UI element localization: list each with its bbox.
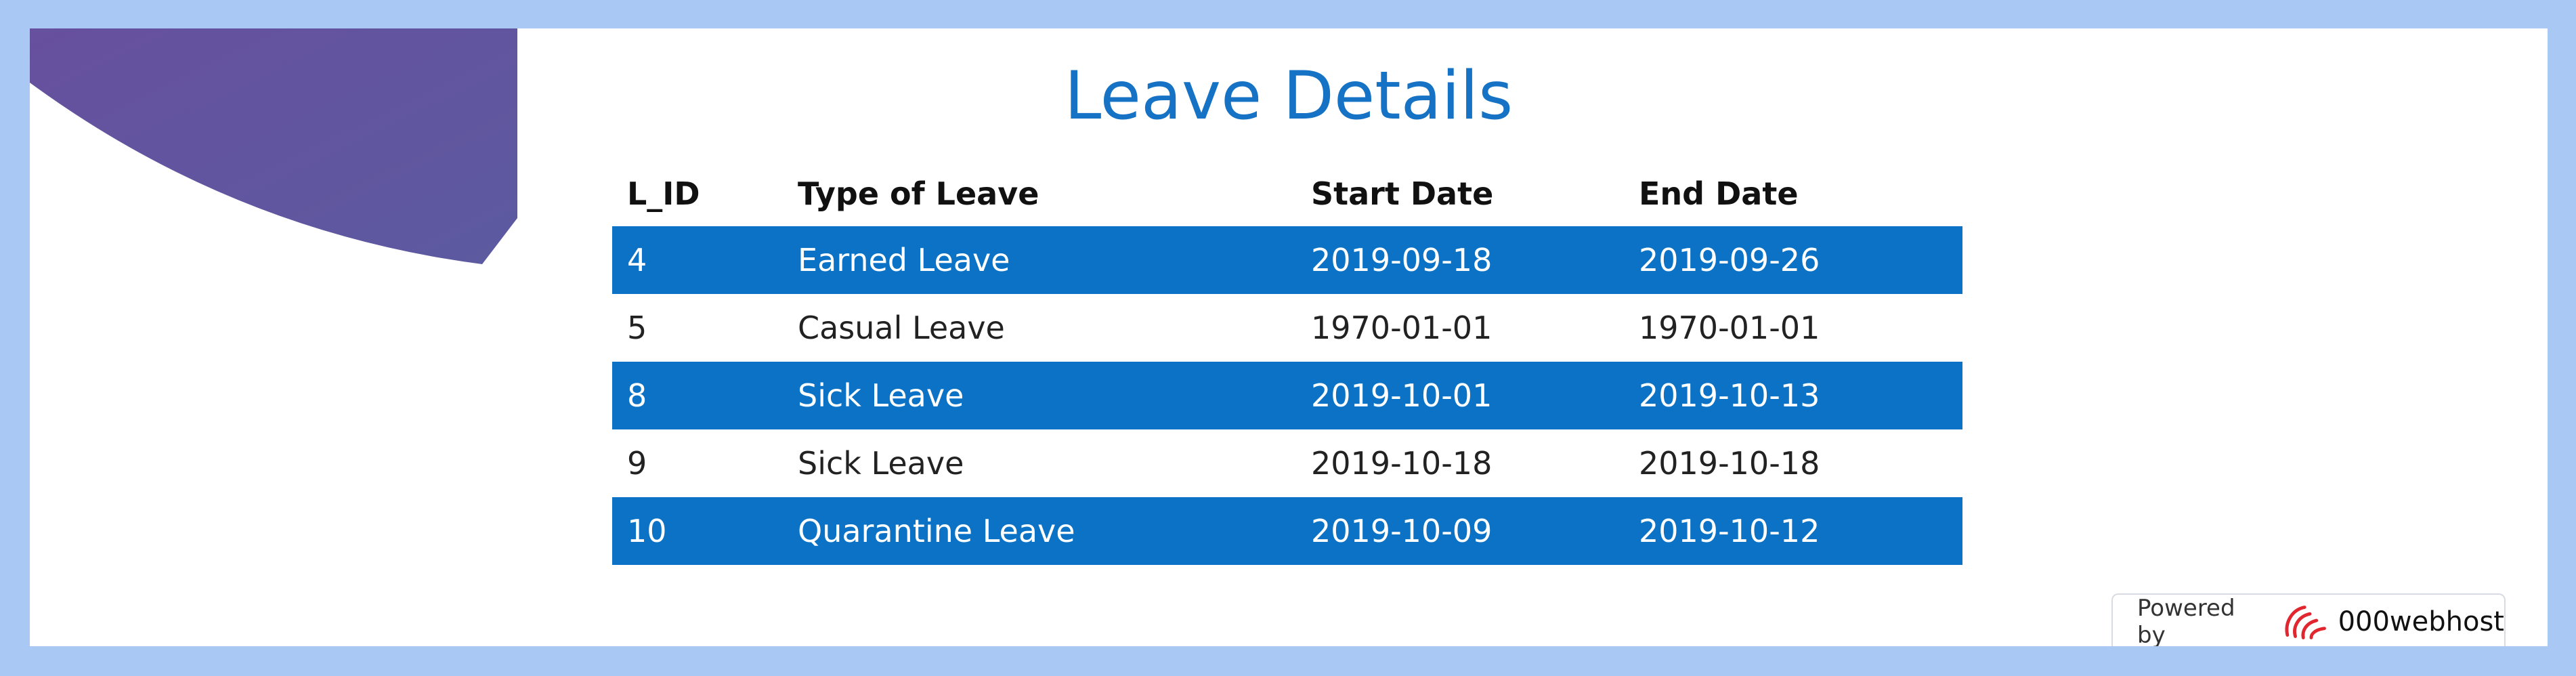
cell-l-id: 8 — [612, 362, 783, 429]
cell-l-id: 9 — [627, 445, 647, 482]
column-header-l-id: L_ID — [627, 175, 700, 212]
cell-end-date: 2019-10-12 — [1624, 497, 1962, 565]
leave-details-table: L_ID Type of Leave Start Date End Date 4… — [612, 161, 1962, 565]
table-header-row: L_ID Type of Leave Start Date End Date — [612, 161, 1962, 226]
cell-type-of-leave: Quarantine Leave — [783, 497, 1296, 565]
cell-type-of-leave: Casual Leave — [798, 310, 1005, 346]
cell-start-date: 1970-01-01 — [1311, 310, 1493, 346]
cell-start-date: 2019-10-18 — [1311, 445, 1493, 482]
table-row: 5 Casual Leave 1970-01-01 1970-01-01 — [612, 294, 1962, 362]
000webhost-logo-icon — [2285, 606, 2327, 639]
cell-start-date: 2019-10-01 — [1296, 362, 1624, 429]
powered-by-label: Powered by — [2137, 595, 2235, 646]
cell-start-date: 2019-10-09 — [1296, 497, 1624, 565]
table-row: 4 Earned Leave 2019-09-18 2019-09-26 — [612, 226, 1962, 294]
column-header-end-date: End Date — [1639, 175, 1799, 212]
page-title: Leave Details — [1064, 58, 1514, 135]
cell-end-date: 1970-01-01 — [1639, 310, 1820, 346]
cell-end-date: 2019-10-18 — [1639, 445, 1820, 482]
cell-type-of-leave: Sick Leave — [783, 362, 1296, 429]
cell-end-date: 2019-09-26 — [1624, 226, 1962, 294]
window-frame: Leave Details L_ID Type of Leave Start D… — [0, 0, 2576, 676]
cell-l-id: 4 — [612, 226, 783, 294]
cell-type-of-leave: Earned Leave — [783, 226, 1296, 294]
cell-start-date: 2019-09-18 — [1296, 226, 1624, 294]
cell-end-date: 2019-10-13 — [1624, 362, 1962, 429]
table-row: 8 Sick Leave 2019-10-01 2019-10-13 — [612, 362, 1962, 429]
cell-l-id: 5 — [627, 310, 647, 346]
column-header-start-date: Start Date — [1311, 175, 1494, 212]
000webhost-name: 000webhost — [2338, 606, 2504, 637]
table-row: 9 Sick Leave 2019-10-18 2019-10-18 — [612, 429, 1962, 497]
column-header-type-of-leave: Type of Leave — [798, 175, 1039, 212]
cell-type-of-leave: Sick Leave — [798, 445, 964, 482]
cell-l-id: 10 — [612, 497, 783, 565]
powered-by-000webhost-badge[interactable]: Powered by 000webhost — [2111, 593, 2506, 646]
page-content: Leave Details L_ID Type of Leave Start D… — [30, 28, 2548, 646]
table-row: 10 Quarantine Leave 2019-10-09 2019-10-1… — [612, 497, 1962, 565]
